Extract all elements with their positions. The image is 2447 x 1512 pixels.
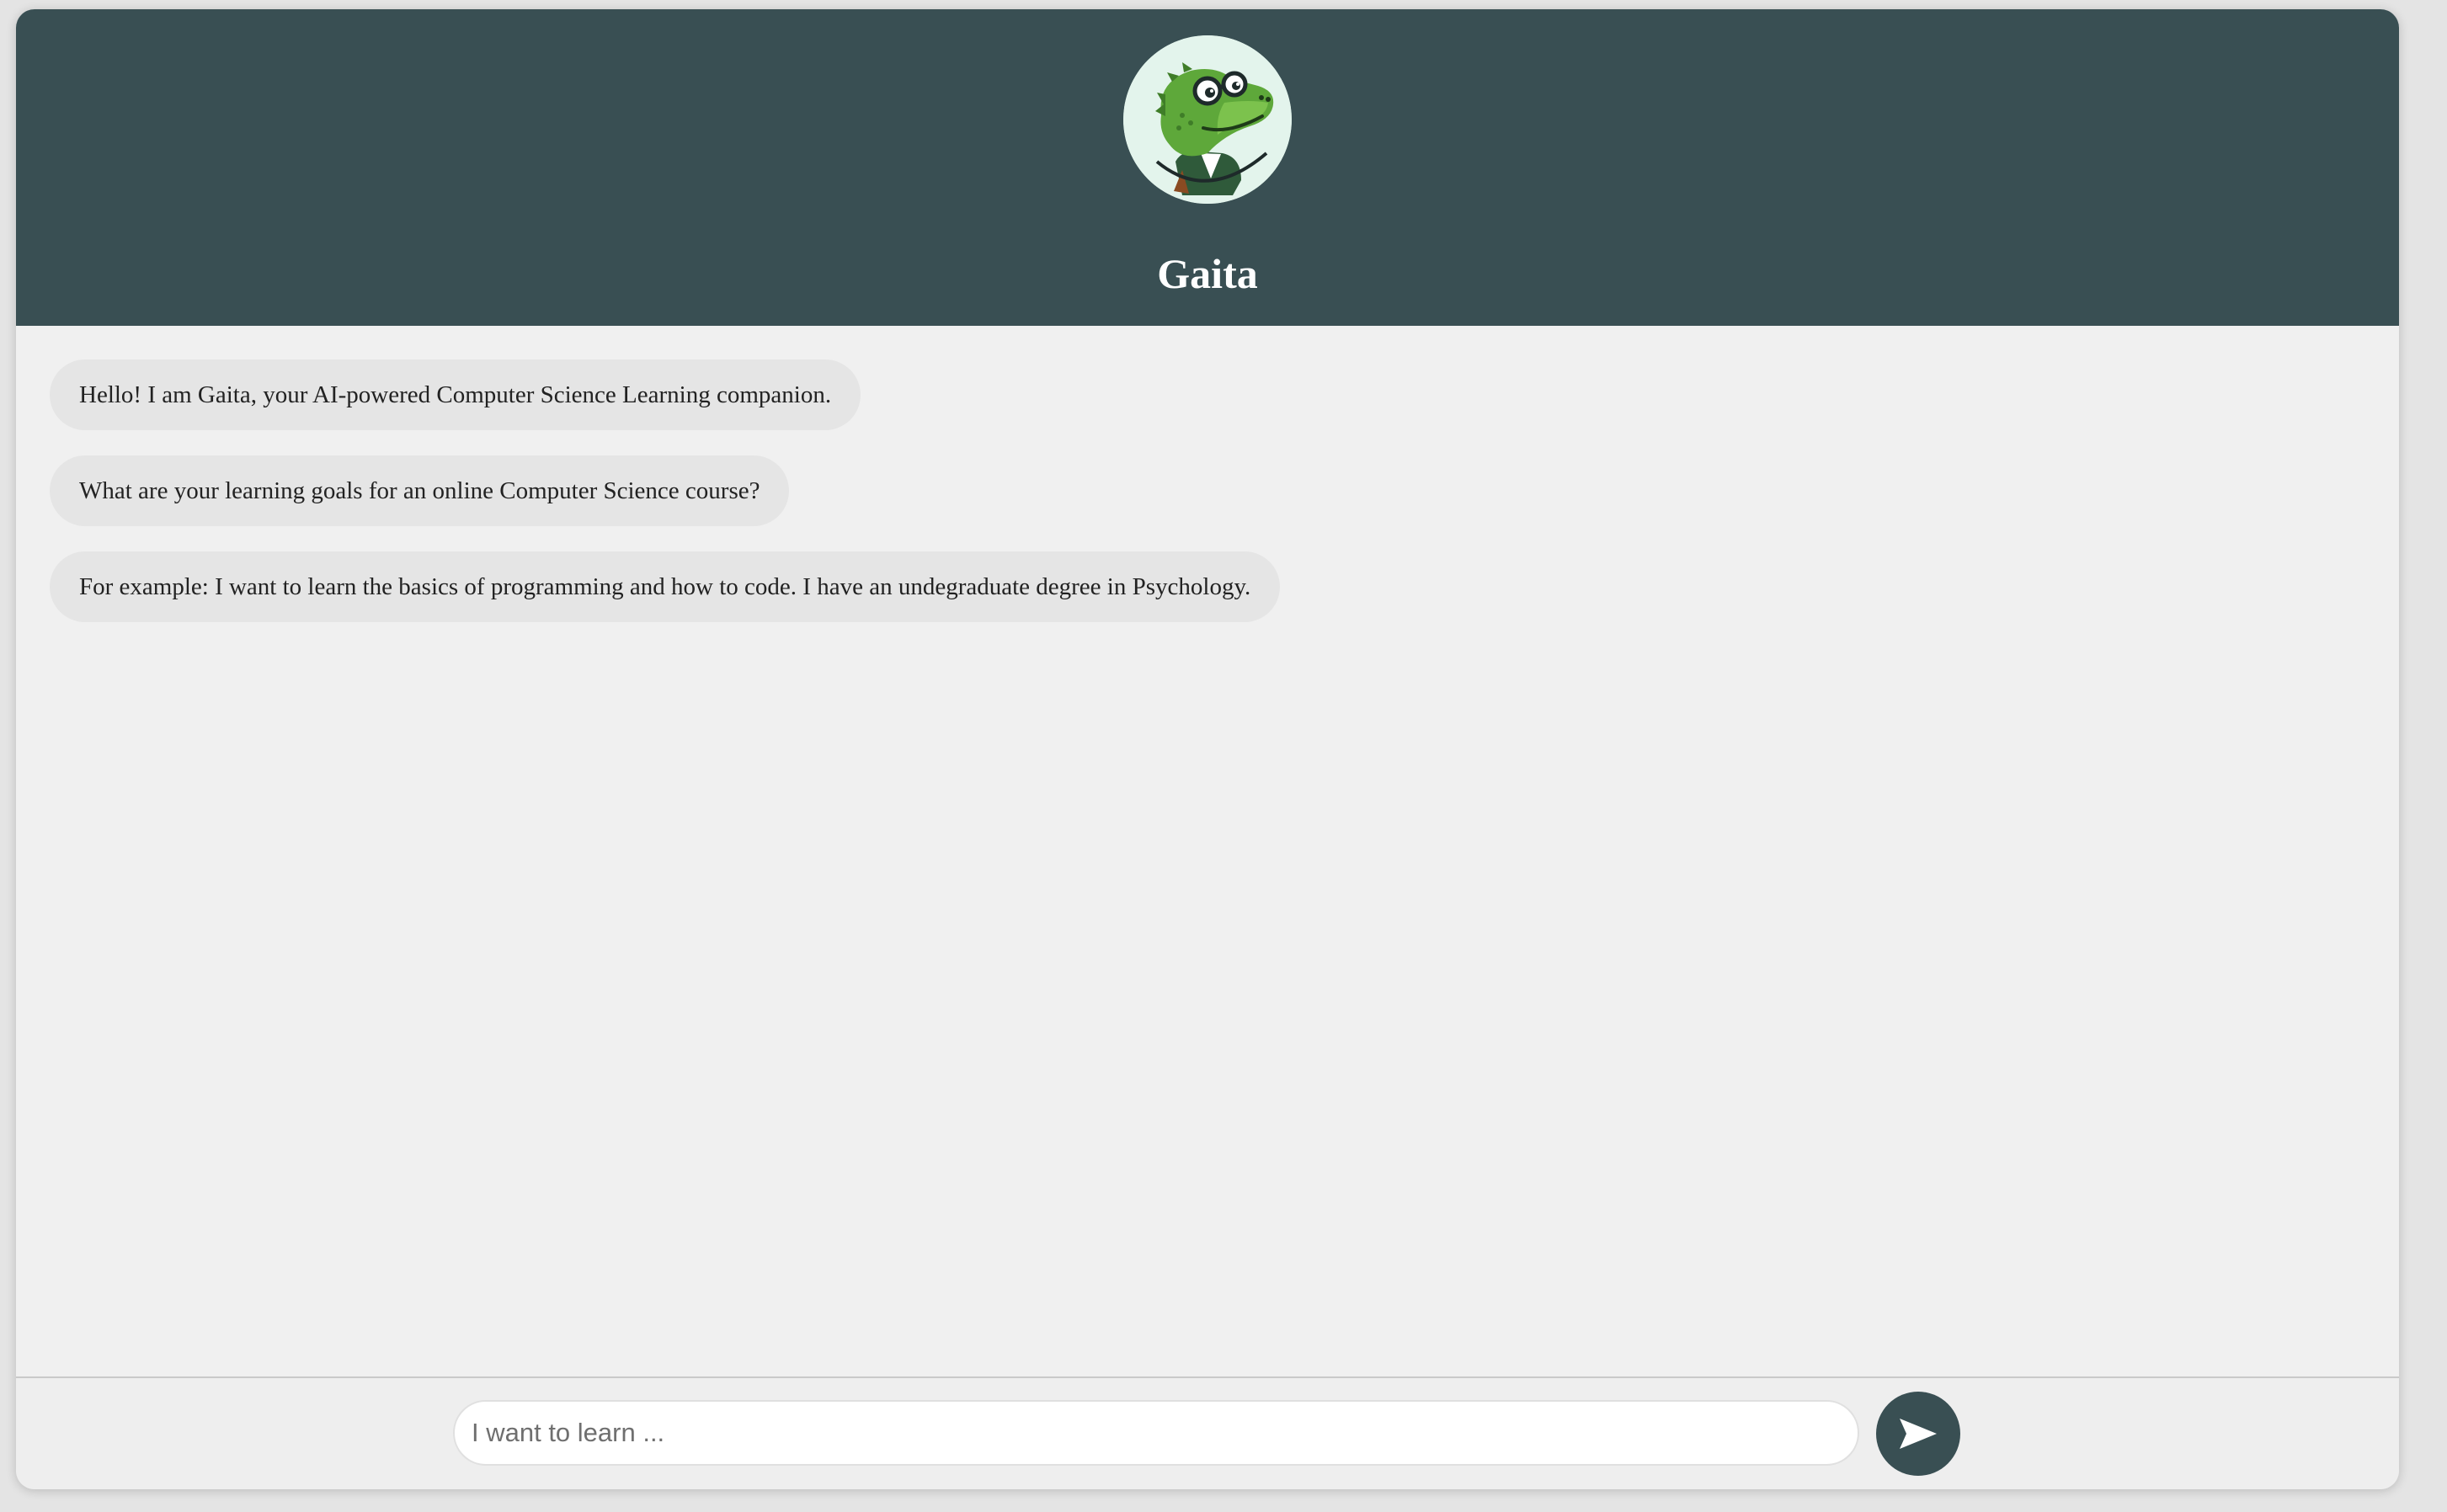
chat-title: Gaita — [1157, 250, 1258, 297]
message-input[interactable] — [453, 1400, 1859, 1466]
crocodile-mascot-icon — [1123, 35, 1292, 204]
send-arrow-icon — [1876, 1417, 1960, 1451]
chat-header: Gaita — [16, 9, 2399, 326]
chat-window: Gaita Hello! I am Gaita, your AI-powered… — [16, 9, 2399, 1489]
bot-message: Hello! I am Gaita, your AI-powered Compu… — [50, 359, 861, 430]
bot-message: What are your learning goals for an onli… — [50, 455, 790, 526]
message-composer — [16, 1376, 2399, 1489]
message-list: Hello! I am Gaita, your AI-powered Compu… — [50, 359, 2365, 647]
send-button[interactable] — [1876, 1392, 1960, 1476]
bot-message: For example: I want to learn the basics … — [50, 551, 1281, 622]
